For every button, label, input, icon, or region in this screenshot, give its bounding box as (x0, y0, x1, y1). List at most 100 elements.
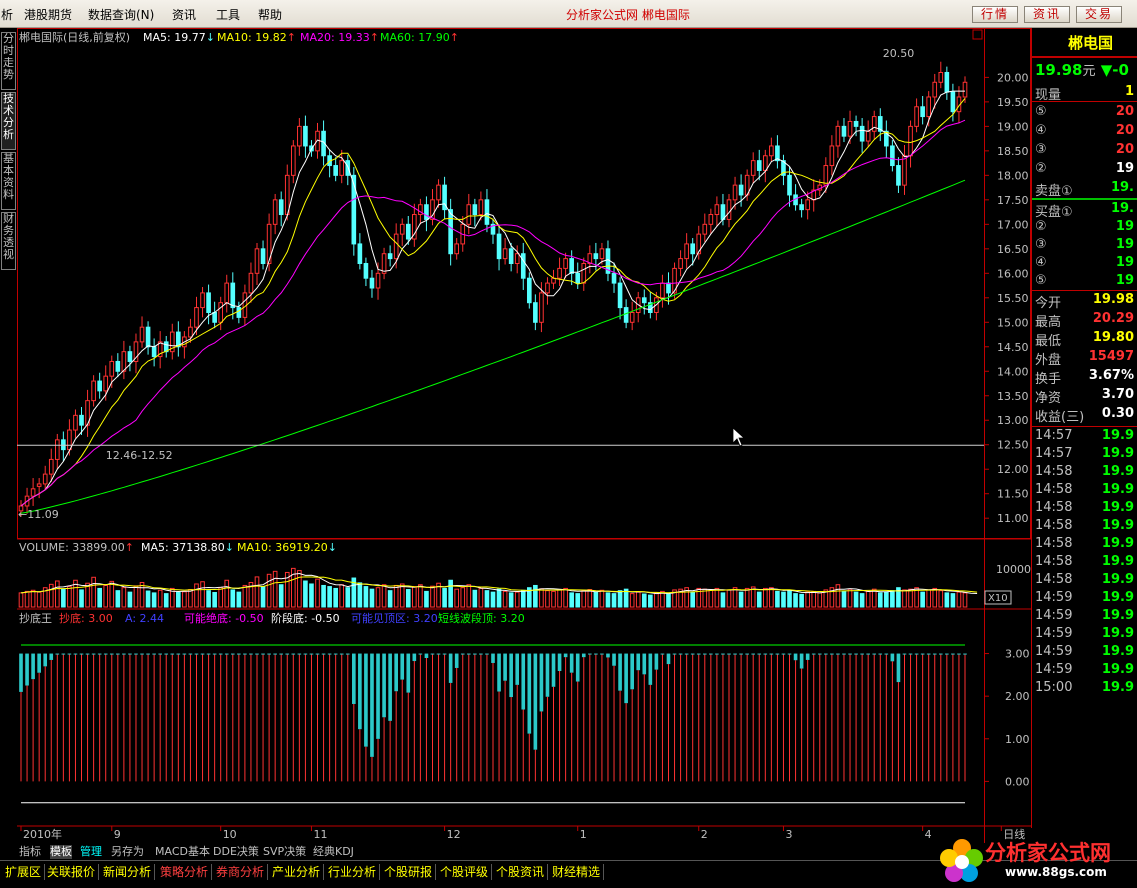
tick-row: 14:59 19.9 (1032, 608, 1137, 626)
chart-area[interactable]: 郴电国际(日线,前复权) MA5: 19.77↓ MA10: 19.82↑ MA… (17, 28, 1031, 843)
candle (206, 292, 211, 313)
volume-bar (666, 593, 671, 608)
bid-level: 买盘① 19. (1032, 201, 1137, 220)
stat-row-value: 3.70 (1101, 387, 1134, 402)
volume-bar (163, 593, 169, 608)
indicator-cyan-bar (315, 653, 320, 655)
indicator-cyan-bar (751, 653, 756, 655)
indicator-cyan-bar (848, 653, 852, 655)
tab-save-as[interactable]: 另存为 (111, 845, 144, 859)
indicator-cyan-bar (31, 653, 35, 680)
candle (284, 174, 290, 216)
bid-level-value: 19 (1115, 219, 1134, 234)
tab-technical[interactable]: 技术分析 (1, 92, 16, 150)
indicator-cyan-bar (79, 653, 84, 655)
stock-chart[interactable]: 郴电国际(日线,前复权) MA5: 19.77↓ MA10: 19.82↑ MA… (17, 28, 1031, 843)
menu-item-tools[interactable]: 工具 (216, 6, 240, 23)
tab-macd[interactable]: MACD基本 (155, 845, 210, 859)
quote-button[interactable]: 行情 (972, 6, 1018, 23)
volume-bar (145, 590, 151, 608)
menu-item-hk-futures[interactable]: 港股期货 (24, 6, 72, 23)
indicator-cyan-bar (454, 653, 459, 668)
trade-button[interactable]: 交易 (1076, 6, 1122, 23)
tab-manage[interactable]: 管理 (80, 845, 102, 859)
tick-row-value: 19.9 (1101, 536, 1134, 551)
indicator-cyan-bar (291, 653, 296, 655)
tab-kdj[interactable]: 经典KDJ (313, 845, 354, 859)
status-industry-chain[interactable]: 产业分析 (269, 864, 325, 880)
indicator-cyan-bar (884, 653, 889, 655)
indicator-cyan-bar (763, 653, 768, 655)
bid-level-label: 买盘① (1035, 205, 1073, 220)
quote-divider-4 (1032, 426, 1137, 427)
indicator-cyan-bar (303, 653, 308, 655)
status-research[interactable]: 个股研报 (381, 864, 437, 880)
maximize-icon[interactable] (972, 29, 983, 40)
status-broker[interactable]: 券商分析 (213, 864, 269, 880)
status-related-quote[interactable]: 关联报价 (44, 864, 100, 880)
status-expand[interactable]: 扩展区 (2, 864, 46, 880)
tab-financials[interactable]: 财务透视 (1, 212, 16, 270)
indicator-cyan-bar (479, 653, 483, 655)
indicator-cyan-bar (358, 653, 362, 730)
volume-bar (363, 586, 369, 608)
volume-bar (762, 587, 768, 608)
candle (569, 258, 574, 274)
tick-row-value: 19.9 (1101, 608, 1134, 623)
volume-bar (61, 588, 66, 608)
candle (756, 160, 762, 171)
bid-level-label: ③ (1035, 237, 1047, 252)
tab-profile[interactable]: 基本资料 (1, 152, 16, 210)
volume-bar (654, 592, 659, 608)
candle (127, 351, 133, 362)
candle (236, 307, 242, 318)
status-stock-news[interactable]: 个股资讯 (493, 864, 549, 880)
menu-item-news[interactable]: 资讯 (172, 6, 196, 23)
volume-bar (230, 589, 236, 608)
volume-bar (387, 590, 393, 608)
indicator-cyan-bar (854, 653, 858, 655)
candle (79, 414, 84, 426)
menu-item-data-query[interactable]: 数据查询(N) (88, 6, 154, 23)
volume-bar (448, 579, 453, 608)
price-tick-label: 13.50 (997, 390, 1029, 403)
price-tick-label: 16.50 (997, 243, 1029, 256)
candle (726, 199, 732, 220)
stat-row-label: 最高 (1035, 315, 1062, 330)
status-strategy[interactable]: 策略分析 (157, 864, 213, 880)
status-news-analysis[interactable]: 新闻分析 (100, 864, 156, 880)
status-finance-picks[interactable]: 财经精选 (549, 864, 605, 880)
status-rating[interactable]: 个股评级 (437, 864, 493, 880)
menu-item-help[interactable]: 帮助 (258, 6, 282, 23)
tab-indicators[interactable]: 指标 (19, 845, 41, 859)
indicator-cyan-bar (817, 653, 822, 655)
volume-bar (533, 584, 538, 608)
volume-bar (920, 591, 925, 608)
tab-dde[interactable]: DDE决策 (213, 845, 259, 859)
news-button[interactable]: 资讯 (1024, 6, 1070, 23)
tab-templates[interactable]: 模板 (50, 845, 72, 859)
tab-svp[interactable]: SVP决策 (263, 845, 306, 859)
ma5-label: MA5: 19.77↓ (143, 31, 215, 44)
indicator-cyan-bar (630, 653, 634, 690)
tick-row: 14:57 19.9 (1032, 428, 1137, 446)
candle (787, 174, 792, 196)
menu-item-analysis[interactable]: 析 (1, 6, 13, 23)
status-sector[interactable]: 行业分析 (325, 864, 381, 880)
indicator-cyan-bar (745, 653, 749, 655)
tick-row: 15:00 19.9 (1032, 680, 1137, 698)
tab-intraday[interactable]: 分时走势 (1, 32, 16, 90)
volume-bar (956, 591, 962, 608)
candle (865, 130, 871, 142)
indicator-cyan-bar (539, 653, 544, 712)
tick-row-value: 19.9 (1101, 482, 1134, 497)
volume-bar (593, 591, 599, 608)
candle (684, 243, 689, 260)
indicator-cyan-bar (624, 653, 628, 704)
quote-divider-2 (1032, 101, 1137, 102)
candle (914, 106, 919, 127)
tick-row-label: 15:00 (1035, 680, 1073, 695)
indicator-tick-label: 1.00 (1005, 733, 1030, 746)
stat-row-label: 换手 (1035, 372, 1062, 387)
candle (629, 311, 635, 323)
